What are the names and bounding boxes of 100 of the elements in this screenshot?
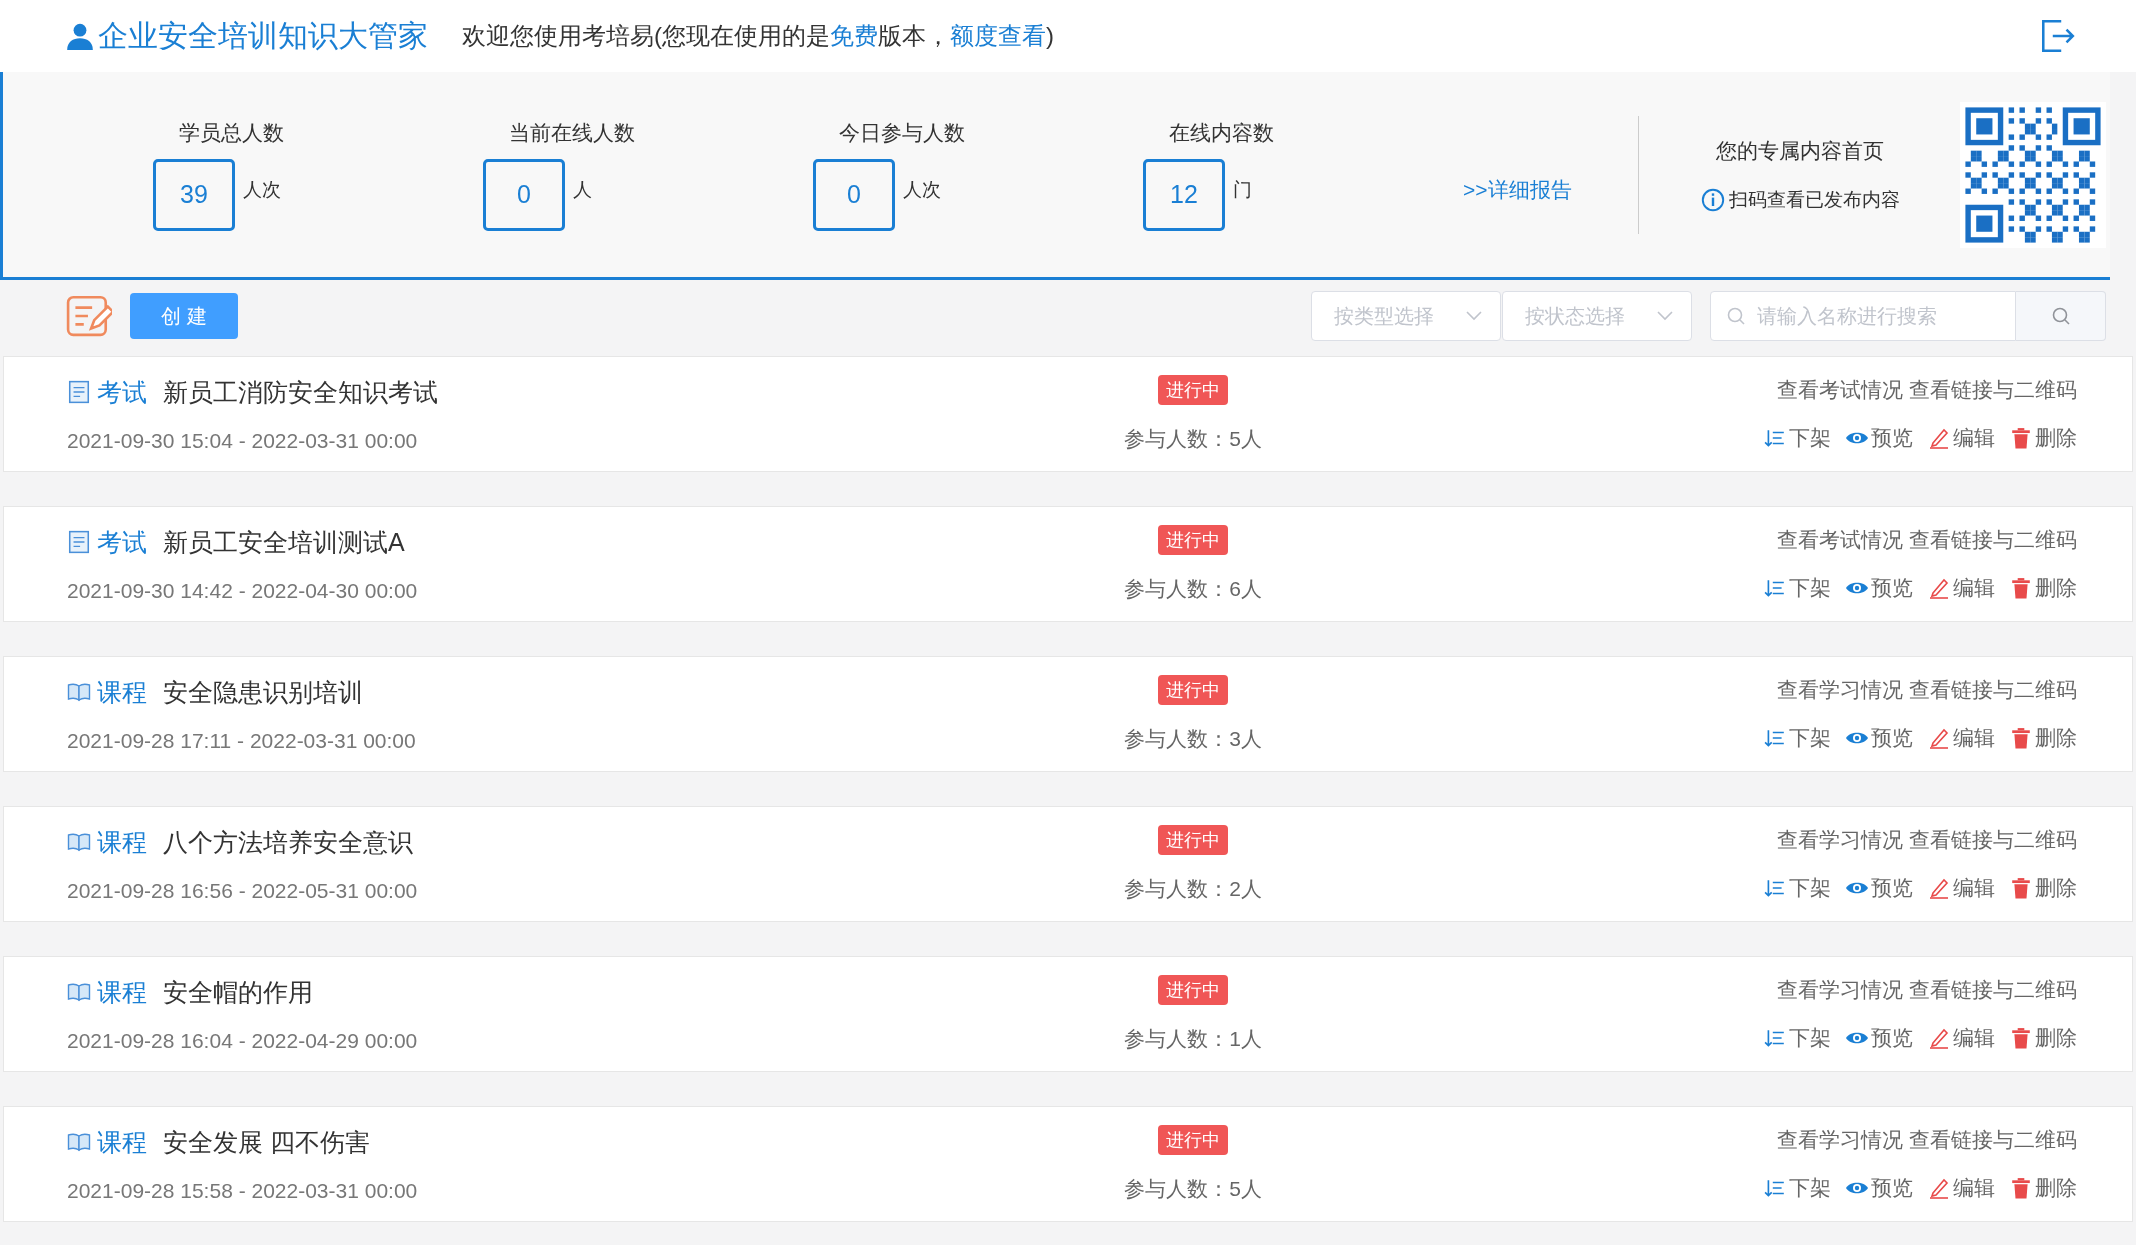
info-icon xyxy=(1700,187,1725,212)
search-field[interactable]: 请输入名称进行搜索 xyxy=(1710,291,2016,341)
trash-icon xyxy=(2009,427,2033,449)
link[interactable]: 额度查看 xyxy=(950,22,1046,49)
trash-icon xyxy=(2009,1177,2033,1199)
user-icon xyxy=(66,21,94,51)
app-title: 企业安全培训知识大管家 xyxy=(66,15,428,57)
stat-value: 12 xyxy=(1143,158,1225,231)
qr-link[interactable]: 查看链接与二维码 xyxy=(1909,676,2077,704)
pencil-icon xyxy=(1927,1177,1951,1199)
view-link[interactable]: 查看考试情况 xyxy=(1777,376,1903,404)
action-link[interactable]: 编辑 xyxy=(1927,424,1995,452)
action-link[interactable]: 预览 xyxy=(1845,1024,1913,1052)
action-link[interactable]: 删除 xyxy=(2009,724,2077,752)
item-name: 新员工安全培训测试A xyxy=(163,526,405,558)
action-link[interactable]: 删除 xyxy=(2009,574,2077,602)
item-name: 新员工消防安全知识考试 xyxy=(163,376,438,408)
pencil-icon xyxy=(1927,877,1951,899)
stat-value: 0 xyxy=(483,158,565,231)
pencil-icon xyxy=(1927,1027,1951,1049)
stat-label: 当前在线人数 xyxy=(509,119,635,146)
stat-unit: 人次 xyxy=(903,177,941,202)
trash-icon xyxy=(2009,727,2033,749)
action-link[interactable]: 编辑 xyxy=(1927,724,1995,752)
stat-unit: 人 xyxy=(573,177,592,202)
homepage-hint: 扫码查看已发布内容 xyxy=(1728,187,1900,212)
item-name: 安全帽的作用 xyxy=(163,976,313,1008)
action-link[interactable]: 预览 xyxy=(1845,724,1913,752)
status-badge: 进行中 xyxy=(1158,1125,1228,1155)
action-link[interactable]: 编辑 xyxy=(1927,574,1995,602)
status-badge: 进行中 xyxy=(1158,675,1228,705)
item-type: 课程 xyxy=(97,1126,147,1158)
action-link[interactable]: 预览 xyxy=(1845,424,1913,452)
action-link[interactable]: 下架 xyxy=(1763,574,1831,602)
welcome-text: 版本， xyxy=(878,22,950,49)
trash-icon xyxy=(2009,877,2033,899)
qr-link[interactable]: 查看链接与二维码 xyxy=(1909,976,2077,1004)
status-badge: 进行中 xyxy=(1158,975,1228,1005)
item-name: 安全隐患识别培训 xyxy=(163,676,363,708)
participant-count: 参与人数：5人 xyxy=(1124,426,1262,452)
edit-note-icon xyxy=(66,293,112,339)
action-link[interactable]: 预览 xyxy=(1845,1174,1913,1202)
item-type: 考试 xyxy=(97,376,147,408)
qr-link[interactable]: 查看链接与二维码 xyxy=(1909,526,2077,554)
view-link[interactable]: 查看学习情况 xyxy=(1777,676,1903,704)
view-link[interactable]: 查看学习情况 xyxy=(1777,1126,1903,1154)
welcome-text: 欢迎您使用考培易(您现在使用的是 xyxy=(462,22,830,49)
chevron-down-icon xyxy=(1466,311,1482,321)
item-period: 2021-09-28 16:56 - 2022-05-31 00:00 xyxy=(67,878,419,903)
action-link[interactable]: 编辑 xyxy=(1927,1024,1995,1052)
action-link[interactable]: 删除 xyxy=(2009,424,2077,452)
stat-unit: 门 xyxy=(1233,177,1252,202)
action-link[interactable]: 下架 xyxy=(1763,724,1831,752)
qr-link[interactable]: 查看链接与二维码 xyxy=(1909,1126,2077,1154)
stat-label: 在线内容数 xyxy=(1169,119,1274,146)
item-type: 课程 xyxy=(97,826,147,858)
action-link[interactable]: 编辑 xyxy=(1927,874,1995,902)
stat-value: 0 xyxy=(813,158,895,231)
participant-count: 参与人数：3人 xyxy=(1124,726,1262,752)
view-link[interactable]: 查看学习情况 xyxy=(1777,976,1903,1004)
status-badge: 进行中 xyxy=(1158,525,1228,555)
participant-count: 参与人数：1人 xyxy=(1124,1026,1262,1052)
stat-label: 学员总人数 xyxy=(179,119,284,146)
action-link[interactable]: 删除 xyxy=(2009,1024,2077,1052)
item-period: 2021-09-28 16:04 - 2022-04-29 00:00 xyxy=(67,1028,419,1053)
homepage-title: 您的专属内容首页 xyxy=(1716,137,1885,164)
item-name: 安全发展 四不伤害 xyxy=(163,1126,370,1158)
stat-label: 今日参与人数 xyxy=(839,119,965,146)
report-link[interactable]: >>详细报告 xyxy=(1463,175,1572,204)
qr-link[interactable]: 查看链接与二维码 xyxy=(1909,376,2077,404)
participant-count: 参与人数：5人 xyxy=(1124,1176,1262,1202)
action-link[interactable]: 编辑 xyxy=(1927,1174,1995,1202)
item-type: 课程 xyxy=(97,976,147,1008)
action-link[interactable]: 下架 xyxy=(1763,424,1831,452)
action-link[interactable]: 下架 xyxy=(1763,1174,1831,1202)
qr-code-icon xyxy=(1959,101,2106,248)
chevron-down-icon xyxy=(1657,311,1673,321)
stat-unit: 人次 xyxy=(243,177,281,202)
item-period: 2021-09-28 17:11 - 2022-03-31 00:00 xyxy=(67,728,417,753)
action-link[interactable]: 删除 xyxy=(2009,1174,2077,1202)
view-link[interactable]: 查看学习情况 xyxy=(1777,826,1903,854)
participant-count: 参与人数：6人 xyxy=(1124,576,1262,602)
link[interactable]: 免费 xyxy=(830,22,878,49)
action-link[interactable]: 下架 xyxy=(1763,1024,1831,1052)
search-icon xyxy=(2050,306,2071,326)
action-link[interactable]: 下架 xyxy=(1763,874,1831,902)
document-icon xyxy=(67,380,91,404)
action-link[interactable]: 预览 xyxy=(1845,874,1913,902)
item-period: 2021-09-30 14:42 - 2022-04-30 00:00 xyxy=(67,578,419,603)
trash-icon xyxy=(2009,577,2033,599)
qr-link[interactable]: 查看链接与二维码 xyxy=(1909,826,2077,854)
pencil-icon xyxy=(1927,727,1951,749)
document-icon xyxy=(67,530,91,554)
item-period: 2021-09-30 15:04 - 2022-03-31 00:00 xyxy=(67,428,419,453)
item-name: 八个方法培养安全意识 xyxy=(163,826,413,858)
action-link[interactable]: 删除 xyxy=(2009,874,2077,902)
trash-icon xyxy=(2009,1027,2033,1049)
status-badge: 进行中 xyxy=(1158,825,1228,855)
action-link[interactable]: 预览 xyxy=(1845,574,1913,602)
view-link[interactable]: 查看考试情况 xyxy=(1777,526,1903,554)
